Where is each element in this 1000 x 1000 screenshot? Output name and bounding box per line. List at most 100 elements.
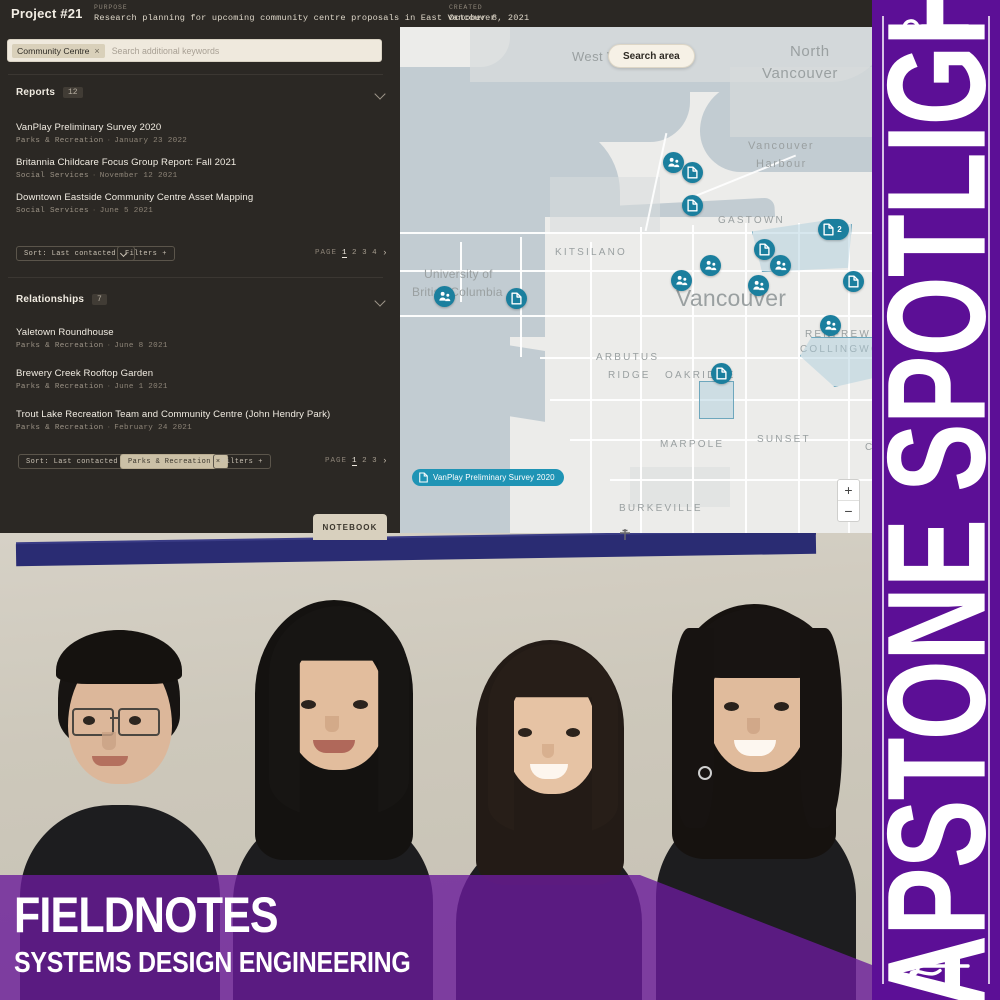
document-icon [716,367,727,380]
map-pin-people[interactable] [820,315,841,336]
people-icon [704,260,717,272]
map-label: RIDGE [608,370,651,381]
document-icon [511,292,522,305]
people-icon [667,157,680,169]
list-item-dept: Parks & Recreation [16,383,104,391]
map-label: SUNSET [757,434,811,445]
document-icon [419,472,428,483]
list-item[interactable]: Yaletown Roundhouse Parks & Recreation · J… [16,326,386,352]
map-view[interactable]: Search area West VancouverNorthVancouver… [400,27,872,540]
list-item-dept: Parks & Recreation [16,137,104,145]
map-selected-chip[interactable]: VanPlay Preliminary Survey 2020 [412,469,564,486]
map-pin-people[interactable] [434,286,455,307]
list-item[interactable]: Trout Lake Recreation Team and Community… [16,408,386,434]
divider [8,277,383,278]
list-item[interactable]: Downtown Eastside Community Centre Asset… [16,191,386,217]
pager-page-2[interactable]: 2 [352,249,357,257]
map-pin-people[interactable] [748,275,769,296]
created-value: October 8, 2021 [449,13,530,23]
map-pin-people[interactable] [671,270,692,291]
map-selected-chip-label: VanPlay Preliminary Survey 2020 [433,473,555,482]
map-label: MARPOLE [660,439,725,450]
meta-sep: · [106,342,112,350]
plus-icon: + [258,457,263,466]
list-item-meta: Parks & Recreation · February 24 2021 [16,422,386,434]
list-item-date: June 5 2021 [99,207,154,215]
created-label: CREATED [449,4,483,11]
map-pin-document[interactable] [682,162,703,183]
list-item[interactable]: Britannia Childcare Focus Group Report: … [16,156,386,182]
map-pin-document[interactable] [711,363,732,384]
map-pin-people[interactable] [770,255,791,276]
section-header-relationships[interactable]: Relationships 7 [0,291,400,313]
chevron-down-icon-reports[interactable] [375,88,386,99]
results-panel: Community Centre × Reports 12 VanPlay Pr… [0,30,400,540]
map-label: British Columbia [412,285,503,299]
page-title: Project #21 [11,6,83,21]
map-polygon-area-3[interactable] [699,381,734,419]
pager-page-1[interactable]: 1 [342,249,348,258]
map-label: Vancouver [748,140,815,152]
list-item-date: June 1 2021 [114,383,168,391]
meta-sep: · [91,207,97,215]
search-bar[interactable]: Community Centre × [7,39,382,62]
search-area-button[interactable]: Search area [608,44,695,68]
list-item[interactable]: VanPlay Preliminary Survey 2020 Parks & … [16,121,386,147]
search-input[interactable] [104,44,377,57]
filters-button-relationships[interactable]: Filters + [213,454,271,469]
map-label: Harbour [756,158,807,170]
search-tag-remove-icon[interactable]: × [94,46,99,56]
chevron-down-icon-relationships[interactable] [375,295,386,306]
controls-row-relationships: Sort: Last contacted Parks & Recreation ×… [0,454,400,472]
team-photo: FIELDNOTES SYSTEMS DESIGN ENGINEERING [0,533,872,1000]
sort-button-label: Sort: Last contacted [24,249,117,258]
meta-sep: · [91,172,97,180]
list-item-dept: Parks & Recreation [16,424,104,432]
people-icon [824,320,837,332]
map-zoom-controls[interactable]: + − [837,479,860,522]
map-pin-document[interactable] [506,288,527,309]
filters-button-reports[interactable]: Filters + [117,246,175,261]
map-pin-people[interactable] [700,255,721,276]
sort-button-label: Sort: Last contacted [26,457,119,466]
meta-sep: · [106,383,112,391]
pager-page-3[interactable]: 3 [362,249,367,257]
zoom-in-button[interactable]: + [838,480,859,501]
pager-next-icon[interactable]: › [382,248,388,258]
map-pin-document[interactable] [682,195,703,216]
zoom-out-button[interactable]: − [838,501,859,521]
spotlight-title: CAPSTONE SPOTLIGHT [872,0,1000,1000]
map-pin-document[interactable]: 2 [818,219,849,240]
section-count-relationships: 7 [92,294,107,305]
list-item-name: Britannia Childcare Focus Group Report: … [16,157,237,168]
list-item[interactable]: Brewery Creek Rooftop Garden Parks & Rec… [16,367,386,393]
map-pin-document[interactable] [843,271,864,292]
search-tag-label: Community Centre [17,45,90,56]
purpose-label: PURPOSE [94,4,128,11]
section-header-reports[interactable]: Reports 12 [0,84,400,106]
map-pin-document[interactable] [754,239,775,260]
caption-title: FIELDNOTES [14,887,279,943]
document-icon [687,166,698,179]
pager-page-1[interactable]: 1 [352,457,358,466]
map-label: BURKEVILLE [619,503,703,514]
purpose-field: PURPOSE Research planning for upcoming c… [94,3,496,24]
section-title-reports: Reports [16,87,56,98]
pager-next-icon[interactable]: › [382,456,388,466]
search-tag-community-centre[interactable]: Community Centre × [12,43,105,58]
map-label: University of [424,267,493,281]
notebook-tab[interactable]: NOTEBOOK [313,514,387,540]
map-label: KITSILANO [555,247,628,258]
created-field: CREATED October 8, 2021 [449,3,529,24]
list-item-meta: Parks & Recreation · January 23 2022 [16,135,386,147]
document-icon [848,275,859,288]
divider [8,74,383,75]
pager-page-2[interactable]: 2 [362,457,367,465]
map-pin-count: 2 [837,225,842,234]
meta-sep: · [106,424,112,432]
pager-page-3[interactable]: 3 [372,457,377,465]
list-item-name: Downtown Eastside Community Centre Asset… [16,192,254,203]
pager-page-4[interactable]: 4 [372,249,377,257]
caption-subtitle: SYSTEMS DESIGN ENGINEERING [14,947,411,979]
map-pin-people[interactable] [663,152,684,173]
